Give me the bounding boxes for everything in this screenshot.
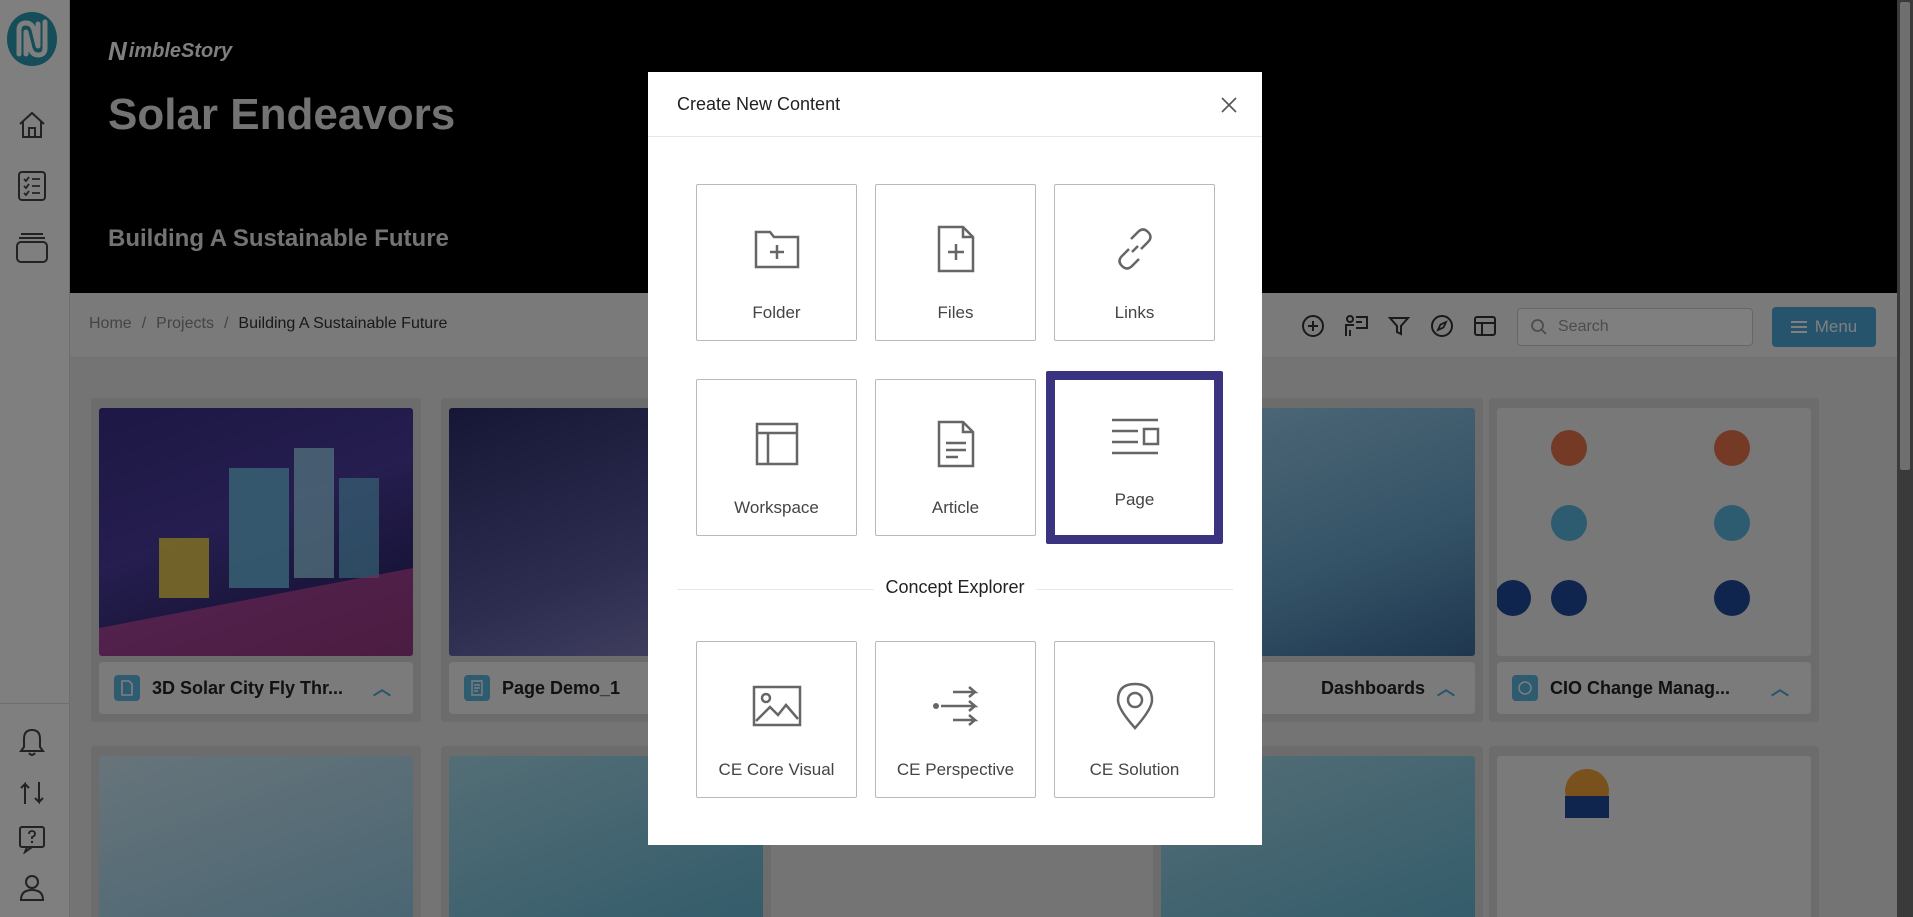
section-title: Concept Explorer bbox=[873, 577, 1037, 598]
folder-tile[interactable]: Folder bbox=[696, 184, 857, 341]
article-icon bbox=[930, 418, 982, 470]
ce-core-visual-tile[interactable]: CE Core Visual bbox=[696, 641, 857, 798]
concept-explorer-section: Concept Explorer bbox=[677, 577, 1233, 601]
tile-label: Folder bbox=[752, 303, 801, 322]
workspace-icon bbox=[751, 418, 803, 470]
perspective-icon bbox=[930, 680, 982, 732]
links-tile[interactable]: Links bbox=[1054, 184, 1215, 341]
modal-title: Create New Content bbox=[677, 94, 841, 114]
tile-label: Workspace bbox=[734, 498, 819, 517]
image-icon bbox=[751, 680, 803, 732]
scrollbar-thumb[interactable] bbox=[1900, 2, 1910, 470]
files-tile[interactable]: Files bbox=[875, 184, 1036, 341]
link-icon bbox=[1109, 223, 1161, 275]
modal-header: Create New Content bbox=[648, 72, 1262, 137]
file-plus-icon bbox=[930, 223, 982, 275]
ce-perspective-tile[interactable]: CE Perspective bbox=[875, 641, 1036, 798]
page-tile[interactable]: Page bbox=[1046, 371, 1223, 544]
map-pin-icon bbox=[1109, 680, 1161, 732]
page-icon bbox=[1109, 410, 1161, 462]
tile-label: CE Core Visual bbox=[718, 760, 835, 779]
folder-plus-icon bbox=[751, 223, 803, 275]
tile-label: Files bbox=[937, 303, 974, 322]
workspace-tile[interactable]: Workspace bbox=[696, 379, 857, 536]
create-content-modal: Create New Content Folder Files Links Wo… bbox=[648, 72, 1262, 845]
tile-label: CE Perspective bbox=[896, 760, 1015, 779]
page-scrollbar[interactable] bbox=[1897, 0, 1913, 917]
ce-solution-tile[interactable]: CE Solution bbox=[1054, 641, 1215, 798]
close-icon[interactable] bbox=[1218, 94, 1240, 116]
tile-label: Article bbox=[931, 498, 980, 517]
article-tile[interactable]: Article bbox=[875, 379, 1036, 536]
tile-label: Page bbox=[1114, 490, 1155, 509]
tile-label: Links bbox=[1114, 303, 1155, 322]
tile-label: CE Solution bbox=[1089, 760, 1180, 779]
